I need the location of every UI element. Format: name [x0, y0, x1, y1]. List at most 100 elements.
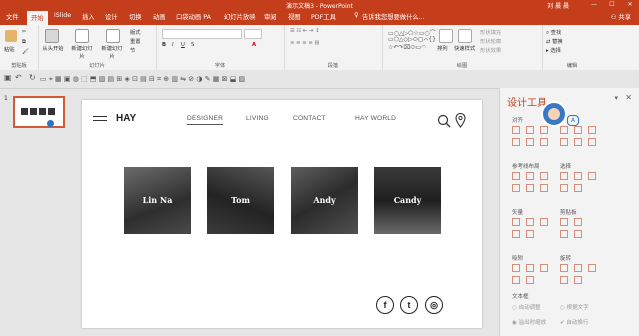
- vector-intersect-icon[interactable]: [512, 230, 520, 238]
- select-invert-icon[interactable]: [574, 172, 582, 180]
- select-icon[interactable]: [560, 184, 568, 192]
- align-right-icon[interactable]: [540, 126, 548, 134]
- snap-icon[interactable]: [540, 264, 548, 272]
- align-top-icon[interactable]: [512, 138, 520, 146]
- vector-fragment-icon[interactable]: [540, 218, 548, 226]
- vector-union-icon[interactable]: [512, 218, 520, 226]
- distribute-h-icon[interactable]: [560, 126, 568, 134]
- instagram-icon[interactable]: ◎: [425, 296, 443, 314]
- snap-icon[interactable]: [526, 264, 534, 272]
- swap-icon[interactable]: [588, 138, 596, 146]
- select-button[interactable]: ▸ 选择: [546, 46, 561, 54]
- nav-living[interactable]: LIVING: [246, 115, 269, 122]
- copy-size-icon[interactable]: [560, 230, 568, 238]
- match-height-icon[interactable]: [574, 138, 582, 146]
- tab-islide[interactable]: iSlide: [54, 12, 71, 19]
- tab-pocket-animation[interactable]: 口袋动画 PA: [176, 12, 211, 21]
- quick-styles-button[interactable]: 快速样式: [454, 44, 475, 52]
- shapes-gallery-row2[interactable]: ▭⬡△◇▷⬭▢⌒{}: [388, 36, 436, 44]
- tab-insert[interactable]: 插入: [82, 12, 95, 21]
- match-width-icon[interactable]: [560, 138, 568, 146]
- rotate-icon[interactable]: [560, 276, 568, 284]
- guide-icon[interactable]: [540, 184, 548, 192]
- guide-icon[interactable]: [526, 184, 534, 192]
- vector-combine-icon[interactable]: [526, 218, 534, 226]
- slide-canvas[interactable]: HAY DESIGNER LIVING CONTACT HAY WORLD Li…: [82, 100, 482, 328]
- copy-icon[interactable]: ⧉: [22, 39, 26, 46]
- facebook-icon[interactable]: f: [376, 296, 394, 314]
- select-icon[interactable]: [574, 184, 582, 192]
- option-fit-text[interactable]: ○ 根据文字: [560, 303, 589, 311]
- tab-design[interactable]: 设计: [105, 12, 118, 21]
- nav-hay-world[interactable]: HAY WORLD: [355, 115, 396, 122]
- reset-button[interactable]: 重置: [130, 37, 141, 45]
- nav-contact[interactable]: CONTACT: [293, 115, 326, 122]
- match-size-icon[interactable]: [588, 126, 596, 134]
- paste-button[interactable]: 粘贴: [4, 45, 15, 53]
- option-shrink-overflow[interactable]: ◉ 溢出时缩放: [512, 318, 546, 326]
- location-pin-icon[interactable]: [455, 113, 466, 128]
- tab-animations[interactable]: 动画: [153, 12, 166, 21]
- profile-card-tom[interactable]: Tom: [207, 167, 274, 234]
- nav-designer[interactable]: DESIGNER: [187, 115, 224, 125]
- distribute-v-icon[interactable]: [574, 126, 582, 134]
- rotate-icon[interactable]: [560, 264, 568, 272]
- arrange-button[interactable]: 排列: [437, 44, 448, 52]
- find-button[interactable]: ⌕ 查找: [546, 28, 561, 37]
- section-button[interactable]: 节: [130, 46, 135, 54]
- replace-button[interactable]: ⇄ 替换: [546, 37, 563, 45]
- tab-home[interactable]: 开始: [27, 11, 48, 25]
- shapes-gallery-row3[interactable]: ☆↶↷⌧⬭▭◠: [388, 44, 426, 52]
- minimize-button[interactable]: —: [585, 0, 603, 9]
- select-same-icon[interactable]: [560, 172, 568, 180]
- text-mode-icon[interactable]: A: [567, 115, 579, 126]
- vector-subtract-icon[interactable]: [526, 230, 534, 238]
- underline-button[interactable]: U: [181, 42, 185, 48]
- snap-icon[interactable]: [512, 264, 520, 272]
- paste-icon[interactable]: [5, 30, 17, 42]
- font-name-input[interactable]: [162, 29, 242, 39]
- tab-file[interactable]: 文件: [6, 12, 19, 21]
- shape-fill-button[interactable]: 形状填充: [480, 28, 501, 36]
- font-color-button[interactable]: A: [252, 42, 256, 48]
- redo-icon[interactable]: ↻: [29, 73, 36, 82]
- option-auto-fit[interactable]: ○ 自动调整: [512, 303, 541, 311]
- profile-card-lin-na[interactable]: Lin Na: [124, 167, 191, 234]
- snap-icon[interactable]: [526, 276, 534, 284]
- guide-icon[interactable]: [526, 172, 534, 180]
- hamburger-menu-icon[interactable]: [93, 116, 107, 124]
- undo-icon[interactable]: ↶: [15, 73, 22, 82]
- new-slide-icon[interactable]: [75, 29, 89, 43]
- tab-transitions[interactable]: 切换: [129, 12, 142, 21]
- dropdown-icon[interactable]: ▾: [614, 94, 618, 102]
- from-start-icon[interactable]: [45, 29, 59, 43]
- tab-review[interactable]: 审阅: [264, 12, 277, 21]
- bullets-icon[interactable]: ☰ ☷ ⇤ ⇥ ↕: [290, 28, 320, 34]
- maximize-button[interactable]: ☐: [603, 0, 621, 9]
- new-slide-button[interactable]: 新建幻灯片: [70, 44, 94, 60]
- tell-me-search[interactable]: 告诉我您想要做什么...: [362, 12, 425, 21]
- slide-thumbnail[interactable]: [13, 96, 65, 128]
- rotate-icon[interactable]: [574, 276, 582, 284]
- twitter-icon[interactable]: t: [400, 296, 418, 314]
- guide-icon[interactable]: [540, 172, 548, 180]
- close-button[interactable]: ✕: [621, 0, 639, 9]
- tab-slideshow[interactable]: 幻灯片放映: [224, 12, 255, 21]
- bold-button[interactable]: B: [162, 42, 166, 48]
- from-start-button[interactable]: 从头开始: [41, 44, 65, 52]
- guide-icon[interactable]: [512, 184, 520, 192]
- new-slide2-icon[interactable]: [106, 29, 120, 43]
- snap-icon[interactable]: [512, 276, 520, 284]
- flip-icon[interactable]: [588, 264, 596, 272]
- arrange-icon[interactable]: [439, 29, 453, 43]
- share-button[interactable]: ⚇ 共享: [611, 12, 631, 21]
- profile-card-candy[interactable]: Candy: [374, 167, 441, 234]
- close-pane-icon[interactable]: ✕: [625, 93, 632, 102]
- new-slide2-button[interactable]: 新建幻灯片: [100, 44, 124, 60]
- save-icon[interactable]: ▣: [4, 73, 12, 82]
- align-icon[interactable]: ≡ ≡ ≡ ≡ ▤: [290, 40, 320, 46]
- italic-button[interactable]: I: [172, 42, 174, 48]
- profile-card-andy[interactable]: Andy: [291, 167, 358, 234]
- toolbar-tools[interactable]: ▭ ⌖ ▦ ▣ ◍ ⬚ ⬒ ▧ ▤ ⊞ ◈ ⊡ ▤ ⊟ ⌗ ⊕ ▥ ⇋ ⊘ ◑ …: [40, 75, 245, 84]
- paste-position-icon[interactable]: [574, 218, 582, 226]
